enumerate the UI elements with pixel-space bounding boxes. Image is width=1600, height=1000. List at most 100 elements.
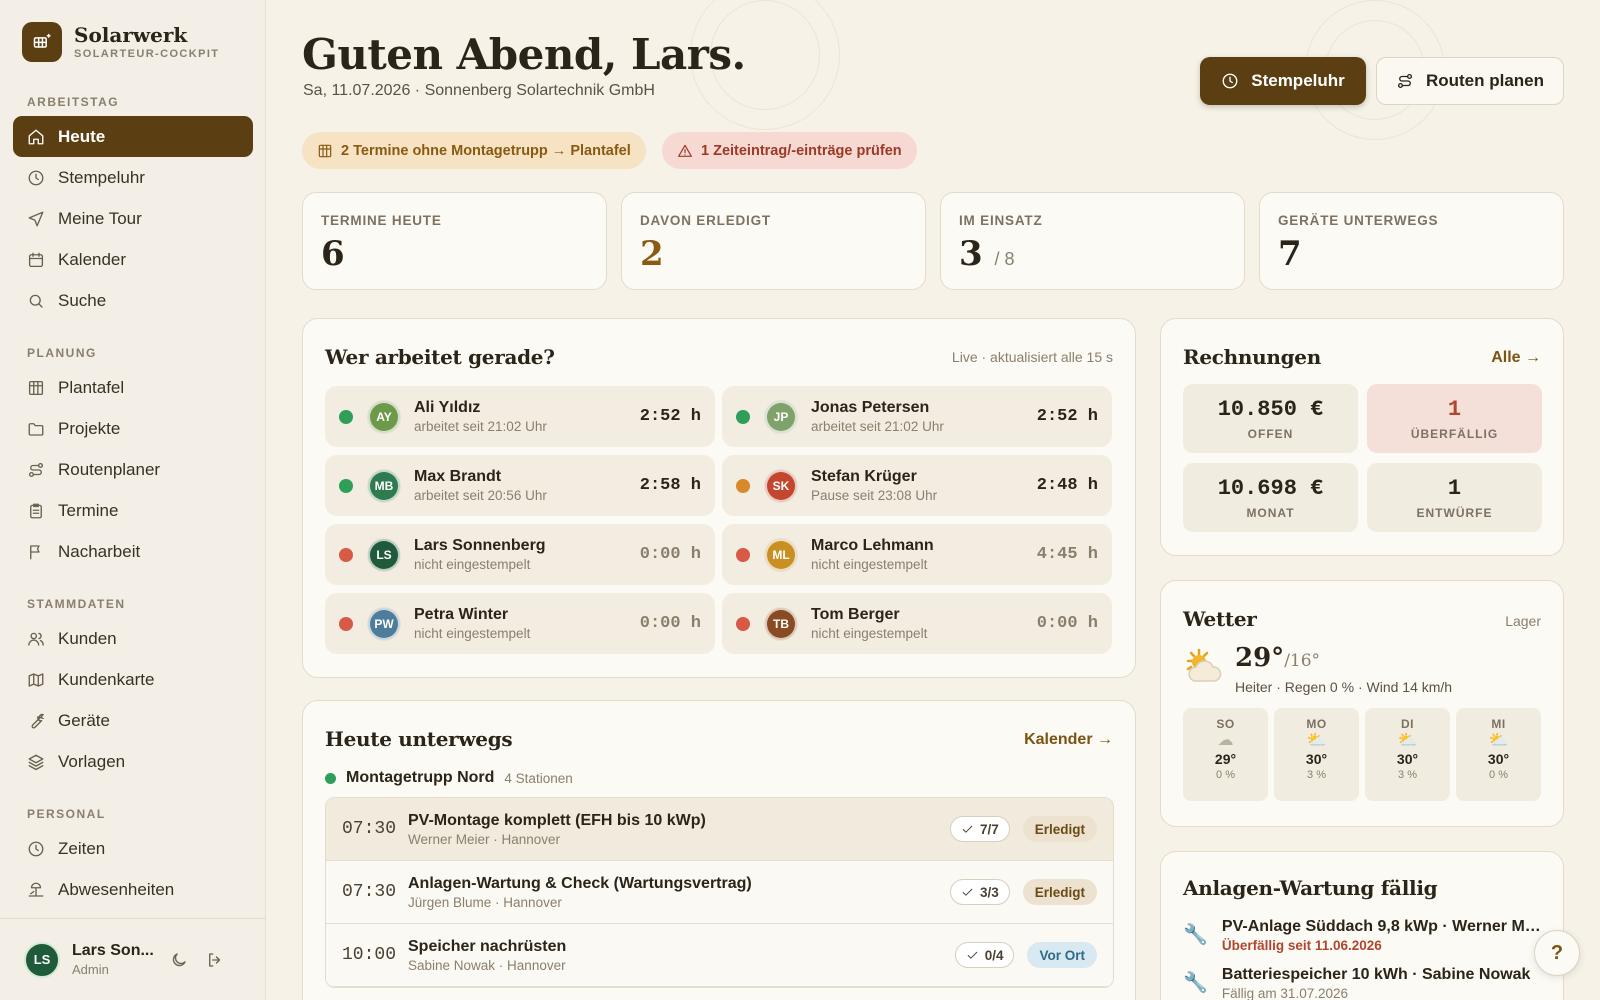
avatar: LS xyxy=(368,538,400,571)
brand-subtitle: SOLARTEUR-COCKPIT xyxy=(74,48,220,60)
maintenance-card: Anlagen-Wartung fällig 🔧 PV-Anlage Südda… xyxy=(1160,851,1564,1000)
weather-card: Wetter Lager 29°/16° Heiter · Regen 0 % … xyxy=(1160,580,1564,827)
worker-time: 0:00 h xyxy=(639,614,701,633)
worker-time: 2:52 h xyxy=(1036,407,1098,426)
forecast-rain: 0 % xyxy=(1216,769,1235,781)
workers-card: Wer arbeitet gerade? Live · aktualisiert… xyxy=(302,318,1136,678)
invoice-tile-ueberfaellig[interactable]: 1 ÜBERFÄLLIG xyxy=(1367,384,1542,453)
worker-row[interactable]: PW Petra Winter nicht eingestempelt 0:00 h xyxy=(325,593,715,654)
nav-item-routenplaner[interactable]: Routenplaner xyxy=(13,449,253,490)
nav-section-arbeitstag: ARBEITSTAG xyxy=(27,95,120,109)
nav-item-label: Kunden xyxy=(58,628,117,648)
tour-list: 07:30 PV-Montage komplett (EFH bis 10 kWp… xyxy=(325,797,1114,988)
status-dot xyxy=(736,547,750,562)
tour-row[interactable]: 07:30 Anlagen-Wartung & Check (Wartungsve… xyxy=(326,861,1113,924)
nav-item-nacharbeit[interactable]: Nacharbeit xyxy=(13,531,253,572)
nav-item-label: Abwesenheiten xyxy=(58,879,175,899)
wrench-icon xyxy=(31,713,44,728)
team-status-dot xyxy=(325,772,336,784)
grid-board-icon xyxy=(28,380,44,395)
nav-item-label: Projekte xyxy=(58,418,121,438)
nav-item-kalender[interactable]: Kalender xyxy=(13,239,253,280)
invoice-tile-monat[interactable]: 10.698 € MONAT xyxy=(1183,463,1358,532)
maintenance-item-due: Fällig am 31.07.2026 xyxy=(1221,986,1348,1000)
avatar: PW xyxy=(368,607,400,640)
worker-row[interactable]: JP Jonas Petersen arbeitet seit 21:02 Uhr 2… xyxy=(722,386,1112,447)
nav-item-vorlagen[interactable]: Vorlagen xyxy=(13,741,253,782)
invoice-label: MONAT xyxy=(1246,506,1295,520)
nav-item-stempeluhr[interactable]: Stempeluhr xyxy=(13,157,253,198)
brand[interactable]: Solarwerk SOLARTEUR-COCKPIT xyxy=(22,22,219,62)
nav-item-plantafel[interactable]: Plantafel xyxy=(13,367,253,408)
tour-row[interactable]: 10:00 Speicher nachrüsten Sabine Nowak · H… xyxy=(326,924,1113,987)
stat-card-davon-erledigt: DAVON ERLEDIGT 2 xyxy=(621,192,926,290)
logout-button[interactable] xyxy=(200,945,230,975)
unassigned-appointments-alert[interactable]: 2 Termine ohne Montagetrupp → Plantafel xyxy=(302,132,646,169)
stat-label: GERÄTE UNTERWEGS xyxy=(1278,213,1439,228)
nav-item-heute[interactable]: Heute xyxy=(13,116,253,157)
invoice-tile-offen[interactable]: 10.850 € OFFEN xyxy=(1183,384,1358,453)
avatar[interactable]: LS xyxy=(24,941,60,978)
team-header: Montagetrupp Nord 4 Stationen xyxy=(325,769,573,787)
sidebar: Solarwerk SOLARTEUR-COCKPIT ARBEITSTAG H… xyxy=(0,0,266,1000)
clipboard-icon xyxy=(30,503,42,518)
status-badge: Vor Ort xyxy=(1027,942,1097,968)
dark-mode-toggle[interactable] xyxy=(164,945,194,975)
worker-row[interactable]: LS Lars Sonnenberg nicht eingestempelt 0:00… xyxy=(325,524,715,585)
worker-row[interactable]: MB Max Brandt arbeitet seit 20:56 Uhr 2:58 … xyxy=(325,455,715,516)
calendar-link[interactable]: Kalender → xyxy=(1024,731,1113,749)
nav-item-meine-tour[interactable]: Meine Tour xyxy=(13,198,253,239)
avatar: ML xyxy=(765,538,797,571)
nav-item-suche[interactable]: Suche xyxy=(13,280,253,321)
checklist-progress[interactable]: 0/4 xyxy=(954,942,1015,968)
invoice-value: 10.698 € xyxy=(1217,476,1324,501)
avatar: JP xyxy=(765,400,797,433)
invoice-tile-entwuerfe[interactable]: 1 ENTWÜRFE xyxy=(1367,463,1542,532)
nav-item-kundenkarte[interactable]: Kundenkarte xyxy=(13,659,253,700)
nav-item-zeiten[interactable]: Zeiten xyxy=(13,828,253,869)
maintenance-item[interactable]: 🔧 PV-Anlage Süddach 9,8 kWp · Werner Mei… xyxy=(1183,918,1544,953)
nav-item-abwesenheiten[interactable]: Abwesenheiten xyxy=(13,869,253,910)
help-button[interactable]: ? xyxy=(1534,930,1580,976)
time-entry-alert[interactable]: 1 Zeiteintrag/-einträge prüfen xyxy=(662,132,917,169)
maintenance-item[interactable]: 🔧 Batteriespeicher 10 kWh · Sabine Nowak… xyxy=(1183,966,1544,1000)
clock-icon xyxy=(1222,73,1238,89)
stempeluhr-button[interactable]: Stempeluhr xyxy=(1200,57,1366,105)
nav-item-geraete[interactable]: Geräte xyxy=(13,700,253,741)
invoices-card: Rechnungen Alle → 10.850 € OFFEN 1 ÜBERF… xyxy=(1160,318,1564,556)
nav-item-kunden[interactable]: Kunden xyxy=(13,618,253,659)
worker-row[interactable]: SK Stefan Krüger Pause seit 23:08 Uhr 2:48 … xyxy=(722,455,1112,516)
maintenance-item-due: Überfällig seit 11.06.2026 xyxy=(1221,938,1382,953)
worker-row[interactable]: AY Ali Yıldız arbeitet seit 21:02 Uhr 2:52 … xyxy=(325,386,715,447)
checklist-progress[interactable]: 3/3 xyxy=(949,879,1010,905)
stat-card-im-einsatz: IM EINSATZ 3 / 8 xyxy=(940,192,1245,290)
checklist-progress[interactable]: 7/7 xyxy=(949,816,1010,842)
layers-icon xyxy=(28,754,44,770)
stat-label: TERMINE HEUTE xyxy=(321,213,442,228)
check-icon xyxy=(962,888,973,896)
team-stations: 4 Stationen xyxy=(504,770,573,786)
worker-row[interactable]: TB Tom Berger nicht eingestempelt 0:00 h xyxy=(722,593,1112,654)
tour-row[interactable]: 07:30 PV-Montage komplett (EFH bis 10 kWp… xyxy=(326,798,1113,861)
logout-icon xyxy=(209,952,221,967)
nav-item-projekte[interactable]: Projekte xyxy=(13,408,253,449)
sun-cloud-icon: ⛅ xyxy=(1397,732,1418,749)
nav-item-termine[interactable]: Termine xyxy=(13,490,253,531)
worker-status: nicht eingestempelt xyxy=(811,557,928,572)
forecast-day-label: SO xyxy=(1216,717,1235,731)
routen-planen-button[interactable]: Routen planen xyxy=(1376,57,1564,105)
nav-section-stammdaten: STAMMDATEN xyxy=(27,597,126,611)
status-badge: Erledigt xyxy=(1022,879,1097,905)
forecast-rain: 3 % xyxy=(1307,769,1326,781)
stat-value: 7 xyxy=(1278,234,1302,274)
page-subtitle: Sa, 11.07.2026 · Sonnenberg Solartechnik… xyxy=(303,82,655,99)
worker-row[interactable]: ML Marco Lehmann nicht eingestempelt 4:45 h xyxy=(722,524,1112,585)
nav-item-label: Routenplaner xyxy=(58,459,161,479)
invoices-all-link[interactable]: Alle → xyxy=(1491,349,1541,367)
avatar: TB xyxy=(765,607,797,640)
tour-customer: Sabine Nowak · Hannover xyxy=(408,957,566,973)
invoices-card-title: Rechnungen xyxy=(1183,345,1321,369)
invoice-label: ENTWÜRFE xyxy=(1416,506,1493,520)
stat-value: 6 xyxy=(321,234,345,274)
home-icon xyxy=(28,129,44,144)
